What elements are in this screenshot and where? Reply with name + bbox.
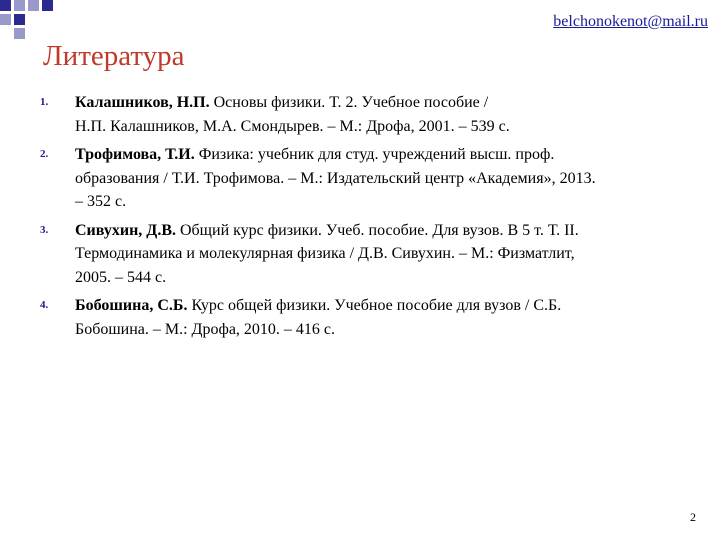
email-link[interactable]: belchonokenot@mail.ru xyxy=(553,13,708,31)
reference-text: Н.П. Калашников, М.А. Смондырев. – М.: Д… xyxy=(75,117,510,135)
reference-item: 1. Калашников, Н.П. Основы физики. Т. 2.… xyxy=(40,91,670,138)
page-title: Литература xyxy=(43,40,185,72)
reference-text: Физика: учебник для студ. учреждений выс… xyxy=(194,146,555,163)
reference-text: 2005. – 544 с. xyxy=(75,268,167,286)
corner-squares-decoration xyxy=(0,0,53,39)
reference-number: 4. xyxy=(40,299,49,311)
reference-text: Бобошина. – М.: Дрофа, 2010. – 416 с. xyxy=(75,320,336,338)
page-number: 2 xyxy=(690,510,696,524)
deco-square xyxy=(42,0,53,11)
slide: belchonokenot@mail.ru Литература 1. Кала… xyxy=(0,0,720,540)
deco-square xyxy=(14,14,25,25)
reference-text: – 352 с. xyxy=(75,193,127,210)
deco-square xyxy=(14,28,25,39)
reference-text: Основы физики. Т. 2. Учебное пособие / xyxy=(209,94,489,111)
reference-author: Сивухин, Д.В. xyxy=(75,221,176,239)
reference-text: образования / Т.И. Трофимова. – М.: Изда… xyxy=(75,169,596,187)
reference-number: 3. xyxy=(40,223,49,236)
deco-square xyxy=(0,14,11,25)
reference-text: Курс общей физики. Учебное пособие для в… xyxy=(187,297,562,314)
reference-author: Калашников, Н.П. xyxy=(75,94,210,111)
reference-item: 4. Бобошина, С.Б. Курс общей физики. Уче… xyxy=(40,294,670,341)
reference-item: 2. Трофимова, Т.И. Физика: учебник для с… xyxy=(40,143,670,214)
reference-number: 2. xyxy=(40,148,49,160)
deco-square xyxy=(0,0,11,11)
reference-text: Термодинамика и молекулярная физика / Д.… xyxy=(75,245,575,262)
reference-list: 1. Калашников, Н.П. Основы физики. Т. 2.… xyxy=(40,91,670,346)
reference-author: Трофимова, Т.И. xyxy=(75,146,195,163)
reference-number: 1. xyxy=(40,96,49,108)
deco-square xyxy=(28,0,39,11)
reference-text: Общий курс физики. Учеб. пособие. Для ву… xyxy=(175,221,579,239)
reference-item: 3. Сивухин, Д.В. Общий курс физики. Учеб… xyxy=(40,219,670,290)
reference-author: Бобошина, С.Б. xyxy=(75,297,188,314)
deco-square xyxy=(14,0,25,11)
